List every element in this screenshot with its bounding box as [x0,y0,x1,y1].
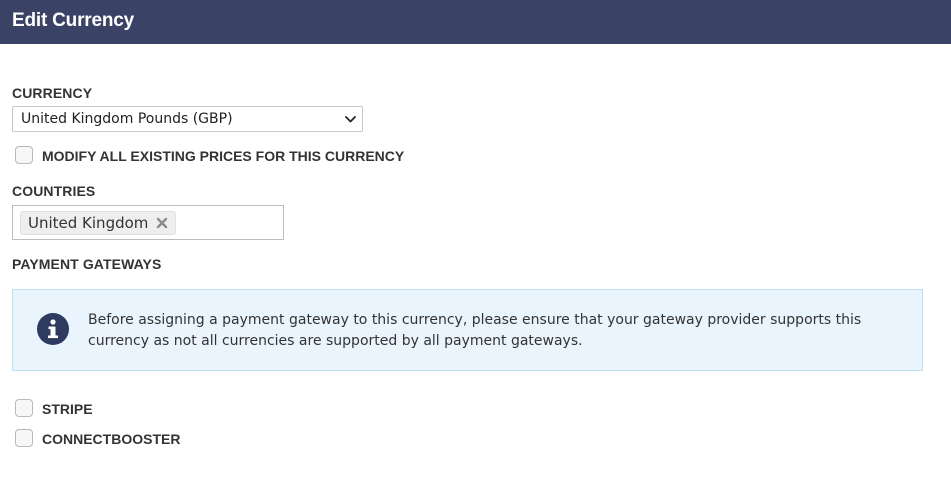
payment-gateways-label: PAYMENT GATEWAYS [12,256,162,272]
countries-label: COUNTRIES [12,183,96,199]
info-circle-icon [37,313,69,345]
dialog-title: Edit Currency [12,10,134,31]
country-tag-label: United Kingdom [28,214,149,232]
currency-select-value: United Kingdom Pounds (GBP) [21,111,233,127]
gateway-notice-text: Before assigning a payment gateway to th… [88,312,862,349]
countries-input[interactable]: United Kingdom [12,205,284,240]
country-tag: United Kingdom [20,211,177,235]
dialog-header: Edit Currency [0,0,951,44]
connectbooster-checkbox[interactable] [15,429,33,447]
chevron-down-icon [345,116,356,123]
modify-prices-label[interactable]: MODIFY ALL EXISTING PRICES FOR THIS CURR… [42,148,404,164]
gateway-notice: Before assigning a payment gateway to th… [12,289,923,371]
modify-prices-checkbox[interactable] [15,146,33,164]
close-icon[interactable] [156,217,168,229]
currency-label: CURRENCY [12,85,93,101]
stripe-label[interactable]: STRIPE [42,401,93,417]
connectbooster-label[interactable]: CONNECTBOOSTER [42,431,180,447]
stripe-checkbox[interactable] [15,399,33,417]
currency-select[interactable]: United Kingdom Pounds (GBP) [12,106,363,132]
